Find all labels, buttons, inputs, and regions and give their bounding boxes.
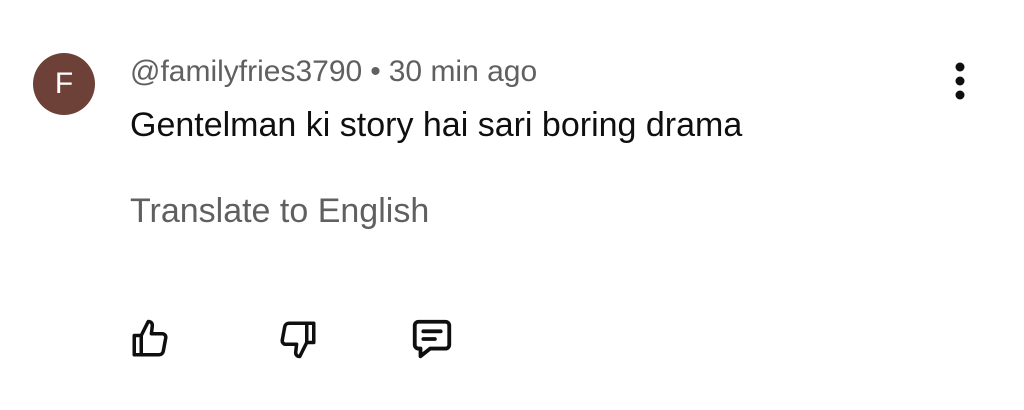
thumbs-down-icon [280,321,316,359]
reply-button[interactable] [408,315,456,363]
comment-timestamp[interactable]: 30 min ago [389,55,537,88]
comment-card: F @familyfries3790 • 30 min ago Gentelman … [0,0,1024,410]
avatar[interactable]: F [33,53,95,115]
avatar-letter: F [54,67,74,100]
reply-comment-icon [412,319,452,359]
author-handle[interactable]: @familyfries3790 [130,55,362,88]
meta-separator: • [370,55,381,88]
dislike-button[interactable] [274,315,322,363]
more-options-button[interactable] [940,58,980,104]
comment-text: Gentelman ki story hai sari boring drama [130,106,743,144]
comment-meta: @familyfries3790 • 30 min ago [130,54,537,90]
translate-button[interactable]: Translate to English [130,190,429,232]
more-vert-icon [955,62,965,100]
like-button[interactable] [126,315,174,363]
thumbs-up-icon [132,319,168,357]
